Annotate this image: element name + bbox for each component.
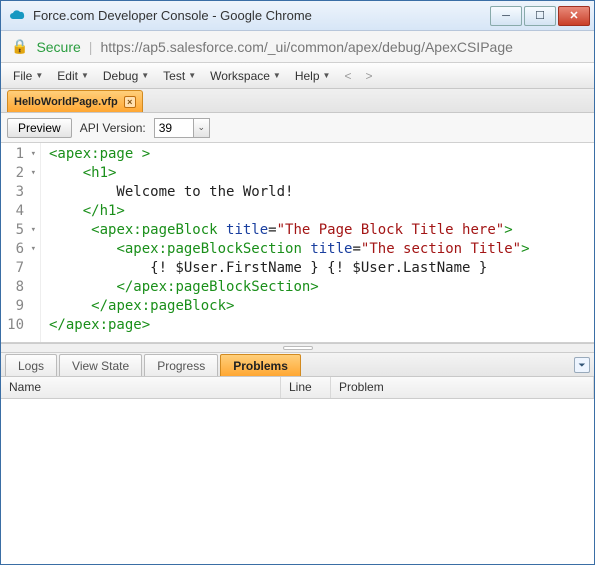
menu-edit[interactable]: Edit▼ xyxy=(51,66,95,86)
code-line[interactable]: <apex:page > xyxy=(49,145,594,164)
maximize-button[interactable]: ☐ xyxy=(524,6,556,26)
chevron-down-icon: ▼ xyxy=(81,71,89,80)
code-line[interactable]: </apex:pageBlockSection> xyxy=(49,278,594,297)
code-editor[interactable]: 1▾2▾3 4 5▾6▾7 8 9 10 <apex:page > <h1> W… xyxy=(1,143,594,343)
code-line[interactable]: <h1> xyxy=(49,164,594,183)
address-separator: | xyxy=(89,39,93,55)
grip-icon xyxy=(283,346,313,350)
app-window: Force.com Developer Console - Google Chr… xyxy=(0,0,595,565)
bottom-panel-tabs: Logs View State Progress Problems ⏷ xyxy=(1,353,594,377)
code-line[interactable]: </h1> xyxy=(49,202,594,221)
menu-workspace[interactable]: Workspace▼ xyxy=(204,66,287,86)
line-number: 5▾ xyxy=(1,221,36,240)
tab-logs[interactable]: Logs xyxy=(5,354,57,376)
minimize-button[interactable]: ─ xyxy=(490,6,522,26)
menu-test[interactable]: Test▼ xyxy=(157,66,202,86)
fold-icon[interactable]: ▾ xyxy=(28,221,36,240)
fold-icon[interactable]: ▾ xyxy=(28,240,36,259)
api-version-input[interactable]: 39 xyxy=(154,118,194,138)
chevron-down-icon: ▼ xyxy=(188,71,196,80)
line-number: 9 xyxy=(1,297,36,316)
editor-toolbar: Preview API Version: 39 ⌄ xyxy=(1,113,594,143)
nav-back-button[interactable]: < xyxy=(338,69,357,83)
column-header-problem[interactable]: Problem xyxy=(331,377,594,398)
window-controls: ─ ☐ ✕ xyxy=(490,6,590,26)
chevron-down-icon: ▼ xyxy=(35,71,43,80)
line-number: 6▾ xyxy=(1,240,36,259)
chevron-down-icon: ▼ xyxy=(323,71,331,80)
code-line[interactable]: {! $User.FirstName } {! $User.LastName } xyxy=(49,259,594,278)
tab-view-state[interactable]: View State xyxy=(59,354,142,376)
line-number: 10 xyxy=(1,316,36,335)
column-header-line[interactable]: Line xyxy=(281,377,331,398)
secure-label: Secure xyxy=(36,39,80,55)
line-number-gutter: 1▾2▾3 4 5▾6▾7 8 9 10 xyxy=(1,143,41,342)
code-line[interactable]: <apex:pageBlock title="The Page Block Ti… xyxy=(49,221,594,240)
menu-help[interactable]: Help▼ xyxy=(289,66,337,86)
menu-file[interactable]: File▼ xyxy=(7,66,49,86)
nav-forward-button[interactable]: > xyxy=(359,69,378,83)
file-tab-helloworld[interactable]: HelloWorldPage.vfp × xyxy=(7,90,143,112)
lock-icon: 🔒 xyxy=(11,38,28,55)
code-content[interactable]: <apex:page > <h1> Welcome to the World! … xyxy=(41,143,594,342)
menubar: File▼ Edit▼ Debug▼ Test▼ Workspace▼ Help… xyxy=(1,63,594,89)
code-line[interactable]: </apex:pageBlock> xyxy=(49,297,594,316)
preview-button[interactable]: Preview xyxy=(7,118,72,138)
url-text[interactable]: https://ap5.salesforce.com/_ui/common/ap… xyxy=(100,39,584,55)
api-version-dropdown-button[interactable]: ⌄ xyxy=(194,118,210,138)
line-number: 3 xyxy=(1,183,36,202)
line-number: 8 xyxy=(1,278,36,297)
api-version-label: API Version: xyxy=(80,121,146,135)
code-line[interactable]: <apex:pageBlockSection title="The sectio… xyxy=(49,240,594,259)
close-button[interactable]: ✕ xyxy=(558,6,590,26)
fold-icon[interactable]: ▾ xyxy=(28,145,36,164)
line-number: 2▾ xyxy=(1,164,36,183)
code-line[interactable]: Welcome to the World! xyxy=(49,183,594,202)
file-tab-bar: HelloWorldPage.vfp × xyxy=(1,89,594,113)
fold-icon[interactable]: ▾ xyxy=(28,164,36,183)
line-number: 4 xyxy=(1,202,36,221)
chevron-down-icon: ▼ xyxy=(141,71,149,80)
window-title: Force.com Developer Console - Google Chr… xyxy=(33,8,490,23)
chevron-down-icon: ▼ xyxy=(273,71,281,80)
file-tab-label: HelloWorldPage.vfp xyxy=(14,96,118,108)
close-tab-icon[interactable]: × xyxy=(124,96,136,108)
problems-panel-body xyxy=(1,399,594,564)
address-bar: 🔒 Secure | https://ap5.salesforce.com/_u… xyxy=(1,31,594,63)
panel-collapse-button[interactable]: ⏷ xyxy=(574,357,590,373)
menu-debug[interactable]: Debug▼ xyxy=(97,66,155,86)
split-handle[interactable] xyxy=(1,343,594,353)
code-line[interactable]: </apex:page> xyxy=(49,316,594,335)
line-number: 7 xyxy=(1,259,36,278)
line-number: 1▾ xyxy=(1,145,36,164)
titlebar: Force.com Developer Console - Google Chr… xyxy=(1,1,594,31)
tab-problems[interactable]: Problems xyxy=(220,354,301,376)
salesforce-cloud-icon xyxy=(9,9,27,23)
tab-progress[interactable]: Progress xyxy=(144,354,218,376)
problems-column-headers: Name Line Problem xyxy=(1,377,594,399)
column-header-name[interactable]: Name xyxy=(1,377,281,398)
